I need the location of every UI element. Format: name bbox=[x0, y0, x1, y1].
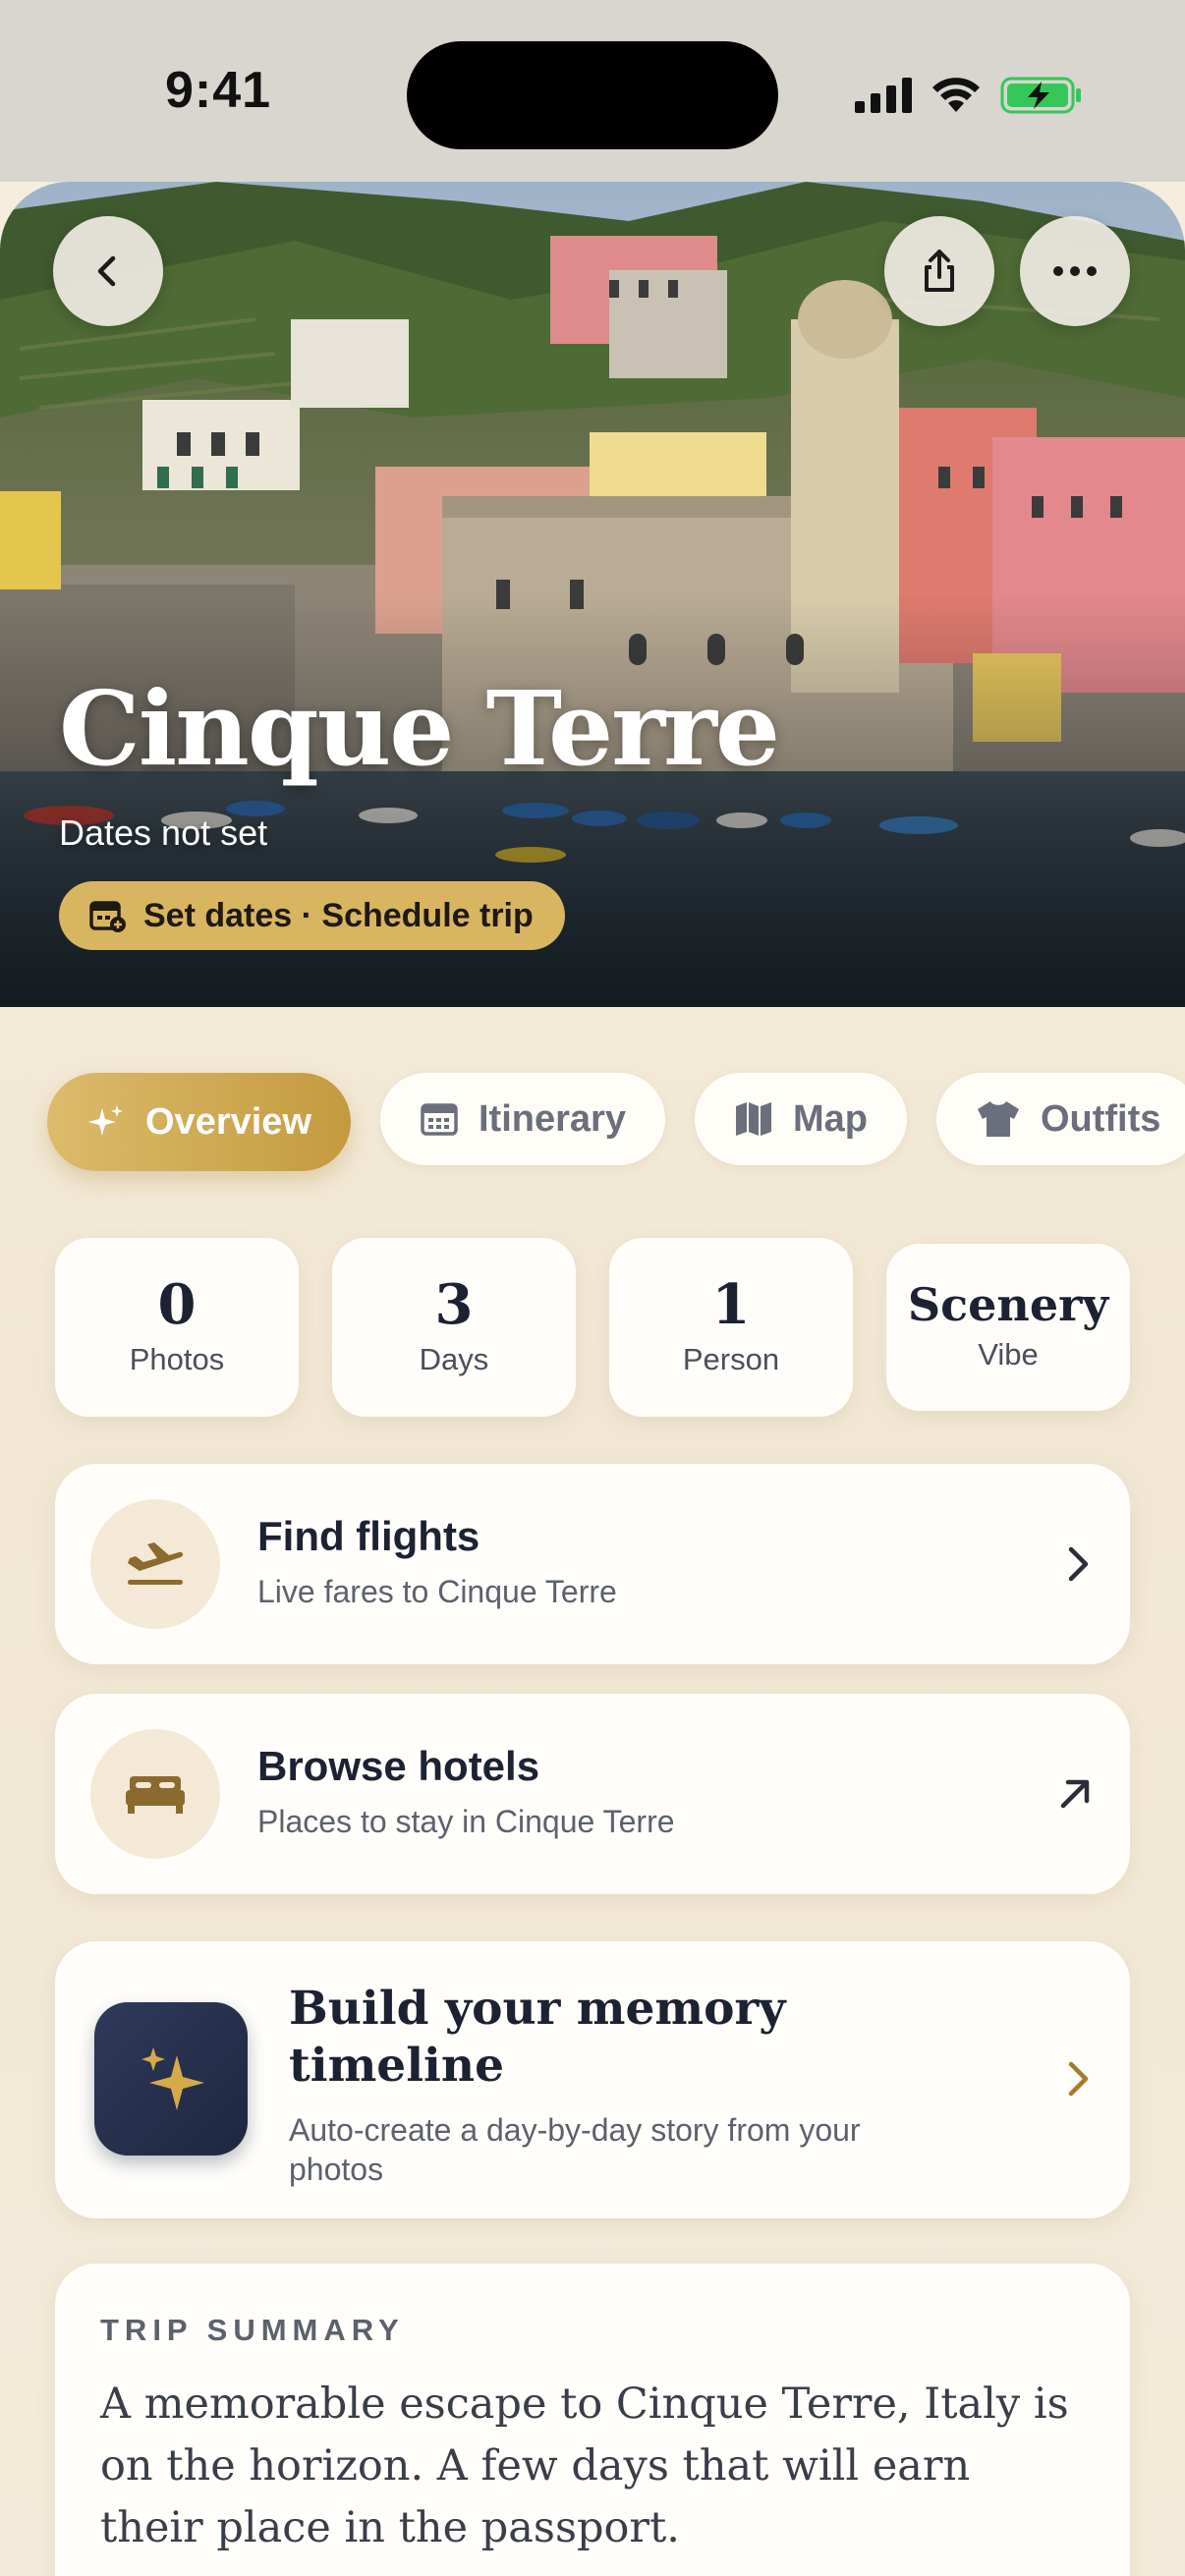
tab-map[interactable]: Map bbox=[694, 1073, 907, 1165]
share-icon bbox=[925, 250, 954, 292]
find-flights-subtitle: Live fares to Cinque Terre bbox=[257, 1574, 617, 1609]
tab-outfits-label: Outfits bbox=[1040, 1097, 1161, 1140]
hero-banner: Cinque Terre Dates not set Set dates · S… bbox=[0, 182, 1185, 1007]
calendar-icon bbox=[421, 1103, 458, 1136]
stat-value: Scenery bbox=[907, 1278, 1109, 1331]
memory-icon-tile bbox=[94, 2002, 248, 2156]
battery-charging-icon bbox=[1000, 77, 1081, 114]
chevron-right-icon bbox=[1068, 1546, 1089, 1582]
tab-map-label: Map bbox=[792, 1097, 868, 1140]
cellular-signal-icon bbox=[855, 78, 912, 113]
more-options-button[interactable] bbox=[1020, 216, 1130, 326]
trip-detail-screen: 9:41 Cinque Terre Dates not set Set date… bbox=[0, 0, 1185, 2576]
trip-summary-text: A memorable escape to Cinque Terre, Ital… bbox=[100, 2380, 1069, 2552]
stat-days: 3 Days bbox=[332, 1238, 576, 1417]
stat-value: 3 bbox=[434, 1272, 474, 1337]
trip-stats: 0 Photos 3 Days 1 Person Scenery Vibe bbox=[55, 1238, 1130, 1417]
chevron-right-icon bbox=[1068, 2061, 1089, 2097]
set-dates-button[interactable]: Set dates · Schedule trip bbox=[59, 881, 565, 950]
find-flights-card[interactable]: Find flights Live fares to Cinque Terre bbox=[55, 1464, 1130, 1664]
status-icons bbox=[855, 71, 1083, 120]
tab-itinerary-label: Itinerary bbox=[479, 1097, 626, 1140]
browse-hotels-title: Browse hotels bbox=[257, 1743, 540, 1789]
set-dates-label: Set dates · Schedule trip bbox=[143, 896, 534, 934]
airplane-icon bbox=[128, 1542, 184, 1585]
dynamic-island bbox=[407, 41, 778, 149]
status-time: 9:41 bbox=[165, 62, 272, 119]
ellipsis-icon bbox=[1053, 266, 1097, 276]
tab-outfits[interactable]: Outfits bbox=[935, 1073, 1185, 1165]
stat-label: Photos bbox=[129, 1342, 225, 1376]
wifi-icon bbox=[932, 78, 980, 112]
memory-timeline-title: Build your memory timeline bbox=[289, 1982, 786, 2093]
flight-icon-badge bbox=[90, 1499, 220, 1629]
section-tabs: Overview Itinerary Map Outfits bbox=[47, 1073, 1185, 1173]
stat-photos: 0 Photos bbox=[55, 1238, 299, 1417]
sparkles-icon bbox=[141, 2047, 204, 2110]
calendar-add-icon bbox=[89, 901, 126, 932]
bed-icon bbox=[126, 1776, 185, 1814]
trip-summary-heading: TRIP SUMMARY bbox=[100, 2313, 405, 2347]
back-button[interactable] bbox=[53, 216, 163, 326]
stat-label: Vibe bbox=[978, 1337, 1039, 1372]
stat-label: Days bbox=[419, 1342, 489, 1376]
tab-overview[interactable]: Overview bbox=[47, 1073, 351, 1171]
sparkle-icon bbox=[88, 1105, 123, 1136]
stat-value: 0 bbox=[157, 1272, 197, 1337]
stat-vibe: Scenery Vibe bbox=[886, 1244, 1130, 1411]
browse-hotels-subtitle: Places to stay in Cinque Terre bbox=[257, 1804, 675, 1839]
stat-person: 1 Person bbox=[609, 1238, 853, 1417]
stat-label: Person bbox=[682, 1342, 780, 1376]
tab-overview-label: Overview bbox=[145, 1100, 311, 1143]
external-link-arrow-icon bbox=[1060, 1779, 1090, 1809]
stat-value: 1 bbox=[711, 1272, 751, 1337]
chevron-left-icon bbox=[97, 255, 116, 287]
browse-hotels-card[interactable]: Browse hotels Places to stay in Cinque T… bbox=[55, 1694, 1130, 1894]
memory-timeline-card[interactable]: Build your memory timeline Auto-create a… bbox=[55, 1941, 1130, 2218]
trip-dates: Dates not set bbox=[59, 812, 268, 853]
memory-timeline-subtitle: Auto-create a day-by-day story from your… bbox=[289, 2112, 861, 2187]
find-flights-title: Find flights bbox=[257, 1513, 480, 1559]
hotel-icon-badge bbox=[90, 1729, 220, 1859]
share-button[interactable] bbox=[884, 216, 994, 326]
status-bar: 9:41 bbox=[0, 0, 1185, 182]
shirt-icon bbox=[977, 1101, 1019, 1137]
trip-summary-card: TRIP SUMMARY A memorable escape to Cinqu… bbox=[55, 2264, 1130, 2576]
tab-itinerary[interactable]: Itinerary bbox=[380, 1073, 665, 1165]
map-icon bbox=[735, 1102, 771, 1136]
trip-title: Cinque Terre bbox=[59, 668, 780, 789]
